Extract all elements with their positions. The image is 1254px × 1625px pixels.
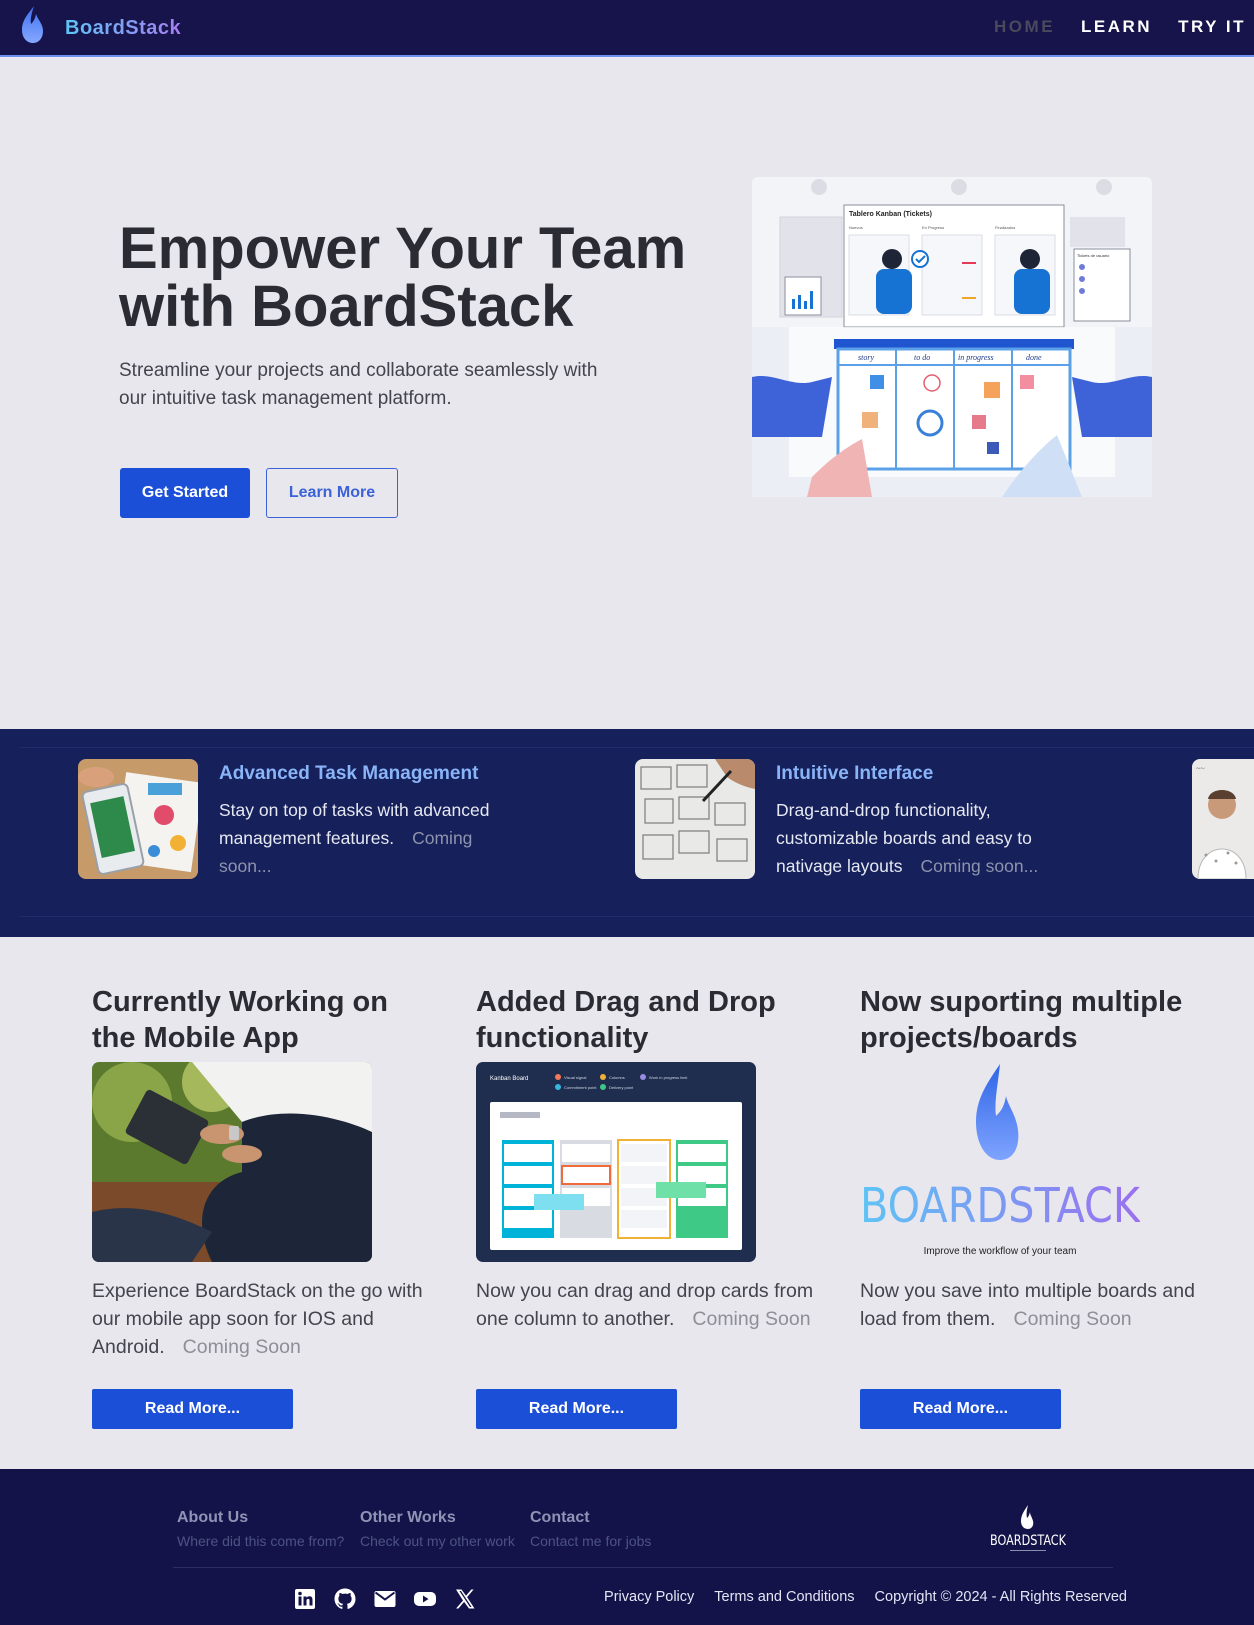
kanban-legend-item: Commitment point [564,1085,597,1090]
footer-logo-wordmark: BOARDSTACK [990,1533,1066,1549]
update-card-drag-drop: Added Drag and Drop functionality Kanban… [476,984,816,1429]
boardstack-tagline: Improve the workflow of your team [924,1246,1077,1257]
kanban-graphic-title: Kanban Board [490,1076,528,1082]
nav-links: HOME LEARN TRY IT [994,17,1246,37]
illus-wb-progress: in progress [958,353,994,362]
wireframe-sketch-photo [635,759,755,879]
footer-divider [173,1567,1113,1568]
read-more-button[interactable]: Read More... [92,1389,293,1429]
update-card-mobile: Currently Working on the Mobile App Expe… [92,984,432,1429]
tablet-analytics-photo [78,759,198,879]
illus-wb-todo: to do [914,353,930,362]
kanban-board-graphic: Kanban Board Visual signal Columns Work … [476,1062,756,1262]
feature-strip: Advanced Task Management Stay on top of … [0,729,1254,937]
card-title: Now suporting multiple projects/boards [860,986,1183,1054]
illus-col-1: Nuevos [849,225,863,230]
card-description: Experience BoardStack on the go with our… [92,1277,432,1377]
get-started-button[interactable]: Get Started [120,468,250,518]
privacy-policy-link[interactable]: Privacy Policy [604,1589,694,1605]
footer-logo[interactable]: BOARDSTACK [990,1503,1066,1555]
social-links [293,1587,477,1611]
top-nav: BoardStack HOME LEARN TRY IT [0,0,1254,57]
terms-link[interactable]: Terms and Conditions [714,1589,854,1605]
github-icon[interactable] [333,1587,357,1611]
card-description: Now you save into multiple boards and lo… [860,1277,1200,1377]
footer-heading[interactable]: Other Works [360,1509,515,1527]
footer-other-works[interactable]: Other Works Check out my other work [360,1509,515,1549]
update-card-multiple-boards: Now suporting multiple projects/boards B… [860,984,1200,1429]
hero-title: Empower Your Team with BoardStack [119,216,687,339]
nav-link-home[interactable]: HOME [994,17,1055,37]
illus-wb-story: story [858,353,874,362]
illus-col-3: Finalizados [995,225,1015,230]
copyright-text: Copyright © 2024 - All Rights Reserved [874,1589,1127,1605]
illus-board-title: Tablero Kanban (Tickets) [849,211,932,218]
footer-subtext: Check out my other work [360,1533,515,1549]
boardstack-logo-graphic: BOARDSTACK Improve the workflow of your … [860,1064,1141,1257]
flame-logo-icon[interactable] [18,4,46,46]
read-more-button[interactable]: Read More... [860,1389,1061,1429]
nav-link-try-it[interactable]: TRY IT [1178,17,1246,37]
card-status: Coming Soon [692,1308,811,1330]
kanban-legend-item: Delivery point [609,1085,634,1090]
card-status: Coming Soon [182,1336,301,1358]
strip-divider [20,747,1254,748]
footer-about[interactable]: About Us Where did this come from? [177,1509,344,1549]
hero-subtitle: Streamline your projects and collaborate… [119,360,598,409]
kanban-legend-item: Visual signal [564,1075,586,1080]
footer-subtext: Where did this come from? [177,1533,345,1549]
mail-icon[interactable] [373,1587,397,1611]
strip-divider [20,916,1254,917]
feature-description: Stay on top of tasks with advanced manag… [219,796,519,880]
illus-side-title: Tickets de usuario [1077,253,1110,258]
footer-legal-links: Privacy Policy Terms and Conditions Copy… [604,1589,1127,1605]
footer-heading[interactable]: Contact [530,1509,651,1527]
linkedin-icon[interactable] [293,1587,317,1611]
boardstack-wordmark: BOARDSTACK [860,1178,1140,1234]
feature-title: Advanced Task Management [219,763,479,784]
brand-name[interactable]: BoardStack [65,17,181,40]
card-title: Added Drag and Drop functionality [476,986,776,1054]
nav-link-learn[interactable]: LEARN [1081,17,1152,37]
business-tablet-photo [92,1052,372,1262]
person-whiteboard-photo: ~~ [1192,759,1254,879]
card-status: Coming Soon [1013,1308,1132,1330]
kanban-team-illustration: Tablero Kanban (Tickets) Nuevos En Progr… [752,177,1152,497]
feature-title: Intuitive Interface [776,763,934,784]
x-icon[interactable] [453,1587,477,1611]
kanban-legend-item: Work in progress limit [649,1075,688,1080]
feature-description: Drag-and-drop functionality, customizabl… [776,796,1076,880]
kanban-legend-item: Columns [609,1075,625,1080]
footer-heading[interactable]: About Us [177,1509,344,1527]
card-description: Now you can drag and drop cards from one… [476,1277,816,1377]
illus-wb-done: done [1026,353,1042,362]
youtube-icon[interactable] [413,1587,437,1611]
illus-col-2: En Progreso [922,225,945,230]
footer-contact[interactable]: Contact Contact me for jobs [530,1509,651,1549]
card-title: Currently Working on the Mobile App [92,986,388,1054]
footer-subtext: Contact me for jobs [530,1533,652,1549]
learn-more-button[interactable]: Learn More [266,468,398,518]
svg-text:~~: ~~ [1196,764,1205,773]
read-more-button[interactable]: Read More... [476,1389,677,1429]
site-footer: About Us Where did this come from? Other… [0,1469,1254,1625]
feature-status: Coming soon... [920,856,1039,876]
